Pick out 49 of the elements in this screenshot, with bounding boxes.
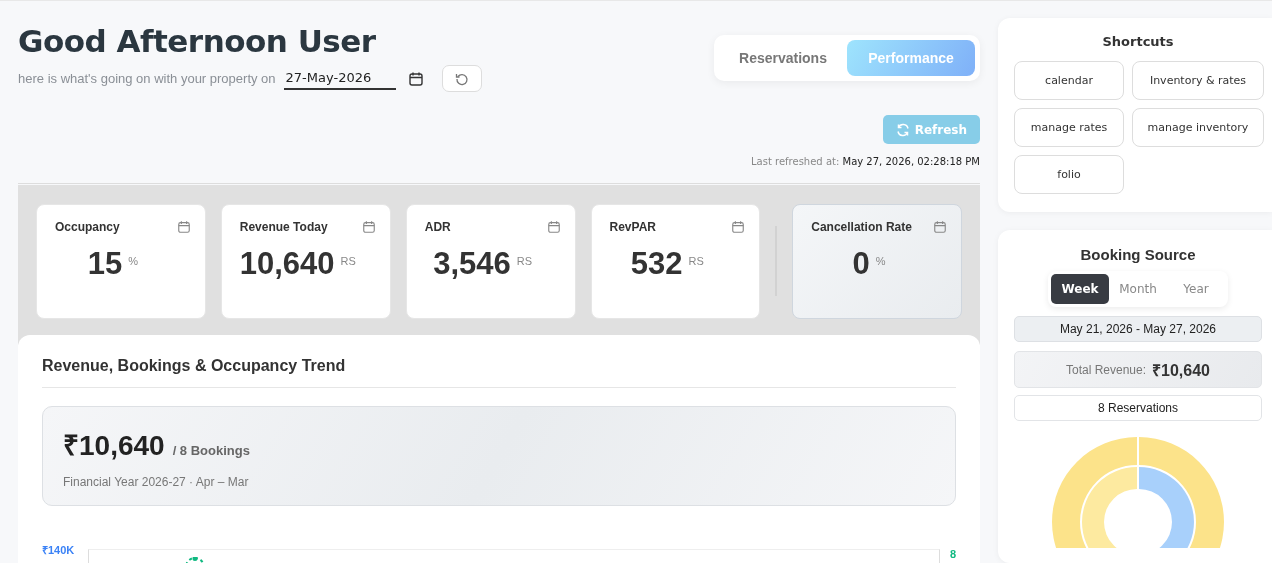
date-range: May 21, 2026 - May 27, 2026 [1014, 316, 1262, 342]
period-tab[interactable]: Week [1051, 274, 1109, 304]
stat-value: 10,640 [239, 246, 335, 282]
shortcut-button[interactable]: Inventory & rates [1132, 61, 1264, 100]
axis-label: ₹140K [42, 543, 76, 558]
stat-value: 15 [87, 246, 123, 282]
reset-button[interactable] [441, 65, 482, 92]
shortcut-button[interactable]: manage inventory [1132, 108, 1264, 147]
calendar-icon [546, 220, 561, 234]
stat-title: Occupancy [55, 220, 120, 234]
stat-unit: RS [340, 255, 356, 267]
total-revenue: ₹10,640 [63, 429, 165, 463]
stat-unit: RS [688, 255, 704, 267]
stat-value: 3,546 [433, 246, 511, 282]
calendar-icon [361, 220, 376, 234]
booking-source-title: Booking Source [1080, 246, 1196, 263]
total-revenue-value: ₹10,640 [1152, 360, 1210, 381]
reset-icon [454, 71, 469, 86]
stat-value: 0 [852, 246, 870, 282]
calendar-icon [731, 220, 746, 234]
shortcut-button[interactable]: manage rates [1014, 108, 1124, 147]
trend-title: Revenue, Bookings & Occupancy Trend [42, 357, 956, 388]
shortcuts-title: Shortcuts [1101, 34, 1175, 49]
calendar-icon[interactable] [407, 70, 424, 87]
view-tab[interactable]: Reservations [719, 40, 847, 76]
period-text: Financial Year 2026-27 · Apr – Mar [63, 475, 250, 489]
stat-value: 532 [630, 246, 683, 282]
date-field[interactable]: 27-May-2026 [283, 67, 396, 90]
calendar-icon [176, 220, 191, 234]
total-revenue-label: Total Revenue: [1066, 362, 1147, 377]
shortcut-button[interactable]: folio [1014, 155, 1124, 194]
refresh-icon [895, 122, 910, 137]
stat-title: RevPAR [609, 220, 656, 234]
last-refreshed-text: Last refreshed at: May 27, 2026, 02:28:18 PM [751, 156, 980, 167]
stat-title: Cancellation Rate [811, 220, 912, 234]
greeting-heading: Good Afternoon User [18, 23, 377, 59]
shortcut-button[interactable]: calendar [1014, 61, 1124, 100]
stat-unit: % [128, 255, 138, 267]
axis-label: 8 [949, 548, 956, 562]
period-tab[interactable]: Month [1109, 274, 1167, 304]
stat-title: ADR [424, 220, 451, 234]
period-tab[interactable]: Year [1167, 274, 1225, 304]
calendar-icon [933, 220, 947, 234]
stat-unit: RS [516, 255, 533, 267]
reservations-count: 8 Reservations [1014, 395, 1262, 421]
stat-title: Revenue Today [239, 220, 328, 234]
subtitle-text: here is what's going on with your property on [18, 71, 276, 86]
stat-unit: % [875, 255, 886, 267]
bookings-count: / 8 Bookings [172, 443, 250, 458]
